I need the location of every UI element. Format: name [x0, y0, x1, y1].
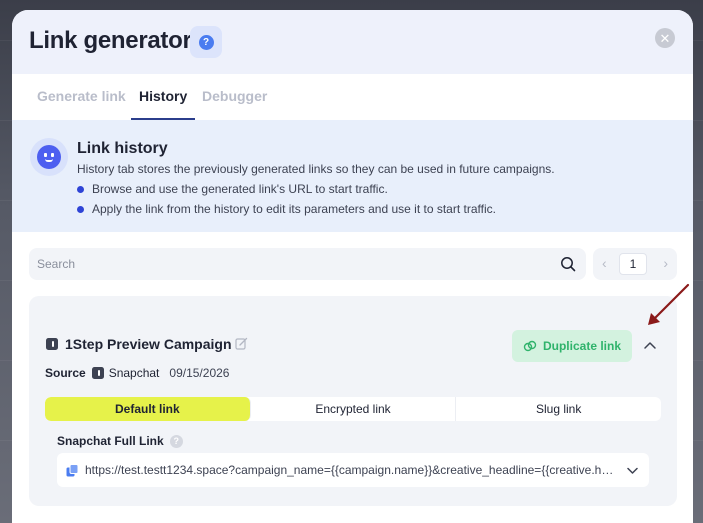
full-link-value: https://test.testt1234.space?campaign_na…: [85, 463, 617, 477]
annotation-arrow: [648, 283, 690, 325]
chevron-down-icon[interactable]: [626, 464, 639, 477]
tab-generate-link[interactable]: Generate link: [37, 88, 126, 104]
full-link-label: Snapchat Full Link ?: [57, 434, 183, 448]
full-link-field[interactable]: https://test.testt1234.space?campaign_na…: [57, 453, 649, 487]
modal-title: Link generator: [29, 27, 192, 54]
info-title: Link history: [77, 140, 168, 157]
current-page[interactable]: 1: [619, 253, 647, 275]
full-link-label-text: Snapchat Full Link: [57, 434, 164, 448]
tab-default-link[interactable]: Default link: [45, 397, 251, 421]
prev-page-icon[interactable]: ‹: [602, 255, 607, 271]
duplicate-link-icon: [523, 340, 537, 352]
help-button[interactable]: ?: [190, 26, 222, 58]
tab-debugger[interactable]: Debugger: [202, 88, 267, 104]
created-date: 09/15/2026: [169, 366, 230, 380]
chevron-up-icon[interactable]: [643, 338, 657, 352]
info-bullet-text: Browse and use the generated link's URL …: [92, 182, 388, 196]
bullet-dot-icon: [77, 185, 84, 193]
info-bullet: Browse and use the generated link's URL …: [77, 182, 388, 196]
info-banner: Link history History tab stores the prev…: [12, 120, 693, 232]
source-name: Snapchat: [108, 366, 160, 380]
pagination: ‹ 1 ›: [593, 248, 677, 280]
tab-encrypted-link[interactable]: Encrypted link: [251, 397, 457, 421]
duplicate-link-button[interactable]: Duplicate link: [512, 330, 632, 362]
tab-bar: Generate link History Debugger: [12, 74, 693, 120]
pencil-icon[interactable]: [235, 337, 248, 350]
info-bullet-text: Apply the link from the history to edit …: [92, 202, 496, 216]
search-input[interactable]: [37, 248, 537, 280]
campaign-name: 1Step Preview Campaign: [65, 336, 232, 352]
link-type-switcher: Default link Encrypted link Slug link: [45, 397, 661, 421]
next-page-icon[interactable]: ›: [663, 255, 668, 271]
source-row: Source Snapchat 09/15/2026: [45, 366, 229, 380]
snapchat-source-icon: [46, 338, 58, 350]
smiley-bot-icon: [30, 138, 68, 176]
duplicate-link-label: Duplicate link: [542, 339, 622, 353]
copy-link-icon[interactable]: [66, 464, 79, 477]
question-circle-icon[interactable]: ?: [169, 434, 183, 448]
info-bullet: Apply the link from the history to edit …: [77, 202, 496, 216]
close-icon[interactable]: ✕: [655, 28, 675, 48]
snapchat-icon: [91, 367, 104, 379]
link-generator-modal: Link generator ? ✕ Generate link History…: [12, 10, 693, 523]
tab-slug-link[interactable]: Slug link: [456, 397, 661, 421]
search-icon[interactable]: [560, 256, 576, 272]
search-box: [29, 248, 586, 280]
modal-header: Link generator ? ✕: [12, 10, 693, 74]
question-circle-icon: ?: [198, 34, 214, 50]
source-label: Source: [45, 366, 86, 380]
history-item-card: 1Step Preview Campaign Duplicate link So…: [29, 296, 677, 506]
info-description: History tab stores the previously genera…: [77, 162, 555, 176]
tab-history[interactable]: History: [139, 88, 187, 104]
bullet-dot-icon: [77, 205, 84, 213]
